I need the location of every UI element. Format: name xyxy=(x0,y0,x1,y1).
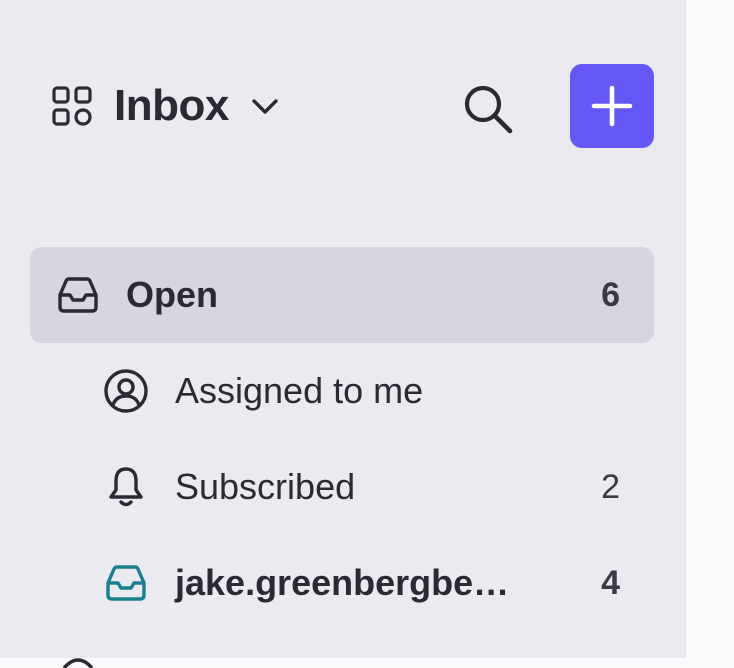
main-content-area xyxy=(687,0,734,658)
compose-button[interactable] xyxy=(570,64,654,148)
item-count: 4 xyxy=(601,563,620,602)
sidebar-item-label: Subscribed xyxy=(175,466,356,507)
grid-icon xyxy=(52,86,92,126)
sidebar-item-label: jake.greenbergbe… xyxy=(175,562,510,603)
inbox-switcher[interactable]: Inbox xyxy=(52,84,281,128)
sidebar-item-label: Assigned to me xyxy=(175,370,424,411)
sidebar-item-assigned-to-me[interactable]: Assigned to me xyxy=(30,343,654,439)
partial-circle-icon xyxy=(62,658,94,668)
sidebar-header: Inbox xyxy=(52,64,654,148)
search-button[interactable] xyxy=(460,82,516,138)
page-title: Inbox xyxy=(114,81,229,130)
sidebar-item-label: Open xyxy=(126,274,219,315)
item-count: 6 xyxy=(601,275,620,314)
inbox-tray-icon xyxy=(58,277,98,313)
user-circle-icon xyxy=(104,369,148,413)
sidebar-item-open[interactable]: Open 6 xyxy=(30,247,654,343)
item-count: 2 xyxy=(601,467,620,506)
bell-icon xyxy=(109,467,143,507)
sidebar-item-mailbox[interactable]: jake.greenbergbe… 4 xyxy=(30,535,654,631)
search-icon xyxy=(464,85,513,134)
inbox-tray-icon xyxy=(106,565,146,601)
chevron-down-icon xyxy=(252,99,278,114)
sidebar-item-subscribed[interactable]: Subscribed 2 xyxy=(30,439,654,535)
plus-icon xyxy=(591,85,633,127)
sidebar: Inbox Open 6 Assigned to me Subscribed 2… xyxy=(0,0,686,668)
